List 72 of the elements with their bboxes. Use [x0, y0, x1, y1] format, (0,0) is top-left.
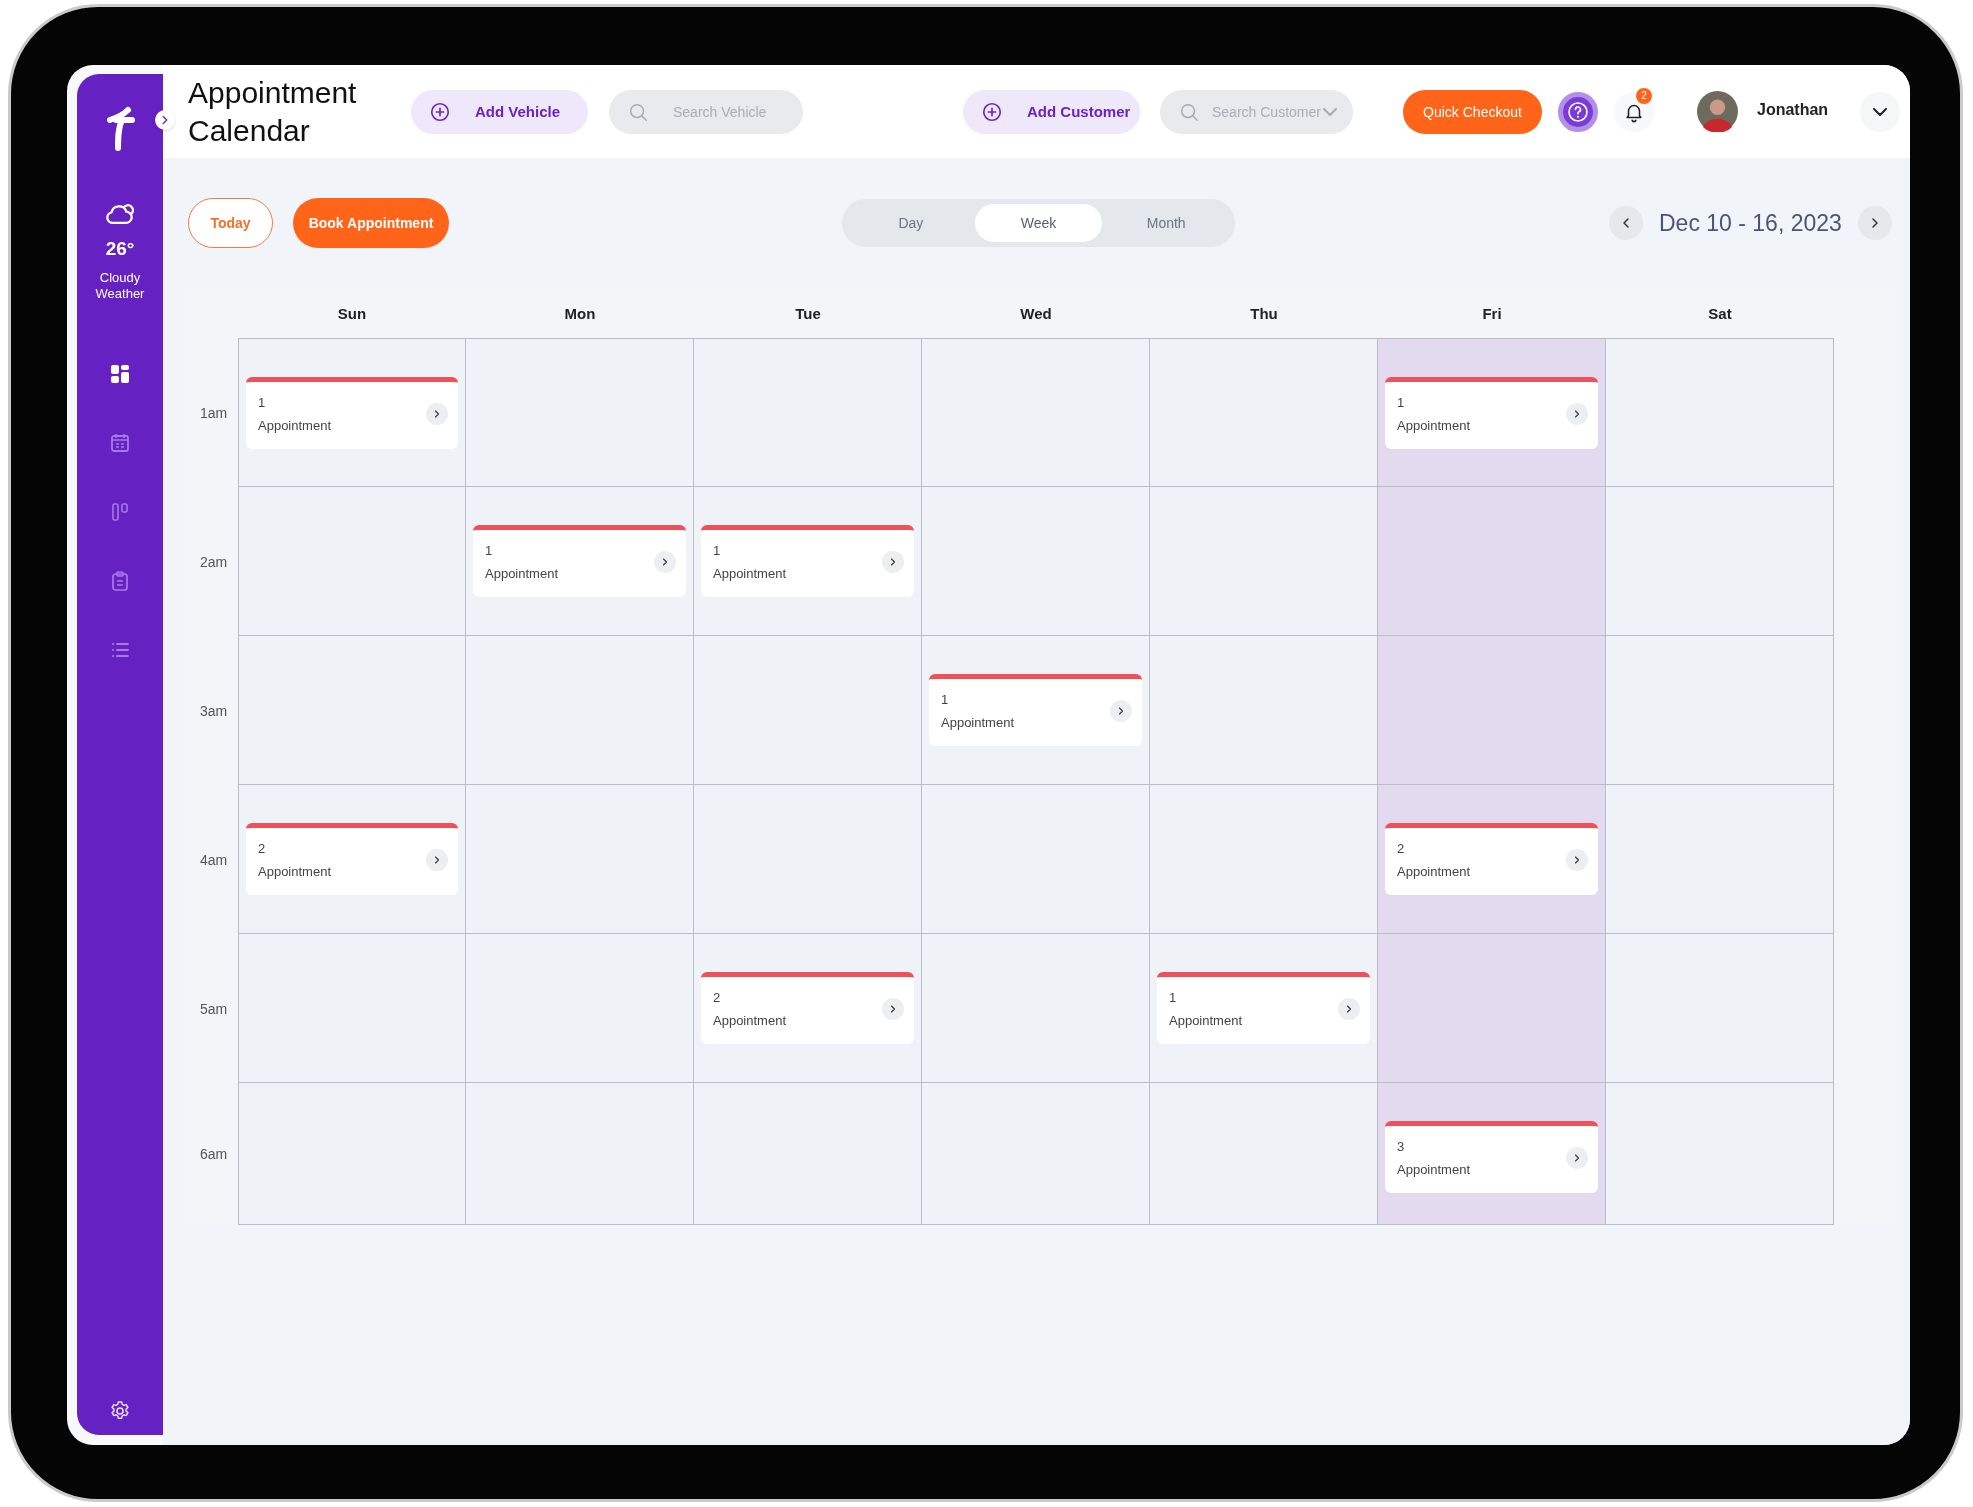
plus-icon	[429, 100, 451, 123]
appointment-label: Appointment	[258, 863, 332, 879]
time-label: 4am	[199, 850, 229, 870]
add-vehicle-button[interactable]: Add Vehicle	[411, 89, 588, 134]
quick-checkout-button[interactable]: Quick Checkout	[1403, 89, 1542, 134]
day-header: Thu	[1249, 304, 1279, 324]
day-header: Sun	[336, 304, 368, 324]
search-field[interactable]: Search Customer	[1160, 89, 1353, 134]
appointment-label: Appointment	[258, 417, 332, 433]
appointment-label: Appointment	[1397, 1161, 1471, 1177]
chevron-down-icon	[1873, 107, 1888, 116]
open-button[interactable]	[654, 550, 676, 573]
notification-badge: 2	[1636, 87, 1652, 104]
previous-button[interactable]	[1609, 206, 1643, 240]
appointment-label: Appointment	[713, 565, 787, 581]
today-button[interactable]: Today	[188, 198, 273, 248]
day-header: Mon	[563, 304, 597, 324]
appointment-count: 2	[1397, 840, 1406, 856]
appointment-count: 1	[941, 691, 950, 707]
open-button[interactable]	[1566, 402, 1588, 425]
view-tab[interactable]: Month	[1102, 204, 1230, 242]
appointment-count: 1	[485, 542, 494, 558]
notifications-button[interactable]: 2	[1614, 91, 1654, 132]
appointment-label: Appointment	[485, 565, 559, 581]
open-button[interactable]	[426, 402, 448, 425]
plus-icon	[981, 100, 1003, 123]
view-tab[interactable]: Day	[847, 204, 975, 242]
search-field[interactable]: Search Vehicle	[609, 89, 803, 134]
avatar-icon	[1697, 91, 1738, 132]
help-button[interactable]	[1558, 91, 1598, 132]
day-header: Fri	[1481, 304, 1503, 324]
open-button[interactable]	[1566, 848, 1588, 871]
chevron-down-icon	[1323, 107, 1337, 116]
time-label: 2am	[199, 552, 229, 572]
add-customer-button[interactable]: Add Customer	[963, 89, 1140, 134]
appointment-count: 2	[713, 989, 722, 1005]
time-label: 6am	[199, 1145, 229, 1164]
appointment-count: 2	[258, 840, 267, 856]
appointment-count: 1	[258, 394, 267, 410]
appointment-count: 1	[713, 542, 722, 558]
open-button[interactable]	[1110, 699, 1132, 722]
appointment-count: 1	[1169, 989, 1178, 1005]
appointment-label: Appointment	[713, 1012, 787, 1028]
open-button[interactable]	[882, 550, 904, 573]
time-label: 1am	[199, 403, 229, 423]
help-icon	[1566, 99, 1590, 124]
date-range: Dec 10 - 16, 2023	[1659, 209, 1842, 237]
user-name: Jonathan	[1757, 101, 1829, 119]
weather-label: Cloudy Weather	[94, 270, 146, 302]
expand-button[interactable]	[155, 110, 175, 130]
day-header: Sat	[1707, 304, 1733, 324]
open-button[interactable]	[1566, 1146, 1588, 1169]
appointment-count: 3	[1397, 1138, 1406, 1154]
time-label: 3am	[199, 701, 229, 721]
view-tab[interactable]: Week	[974, 204, 1103, 242]
appointment-count: 1	[1397, 394, 1406, 410]
appointment-label: Appointment	[1397, 863, 1471, 879]
appointment-label: Appointment	[941, 714, 1015, 730]
day-header: Wed	[1019, 304, 1053, 324]
next-button[interactable]	[1857, 206, 1892, 240]
time-label: 5am	[199, 999, 229, 1019]
open-button[interactable]	[1338, 997, 1360, 1020]
open-button[interactable]	[426, 848, 448, 871]
dashboard-icon[interactable]	[108, 362, 132, 386]
appointment-label: Appointment	[1397, 417, 1471, 433]
temperature: 26°	[105, 238, 135, 260]
page-title: Appointment Calendar	[188, 74, 358, 149]
book-appointment-button[interactable]: Book Appointment	[293, 198, 449, 248]
open-button[interactable]	[882, 997, 904, 1020]
appointment-label: Appointment	[1169, 1012, 1243, 1028]
day-header: Tue	[794, 304, 822, 324]
calendar-icon[interactable]	[108, 431, 132, 455]
